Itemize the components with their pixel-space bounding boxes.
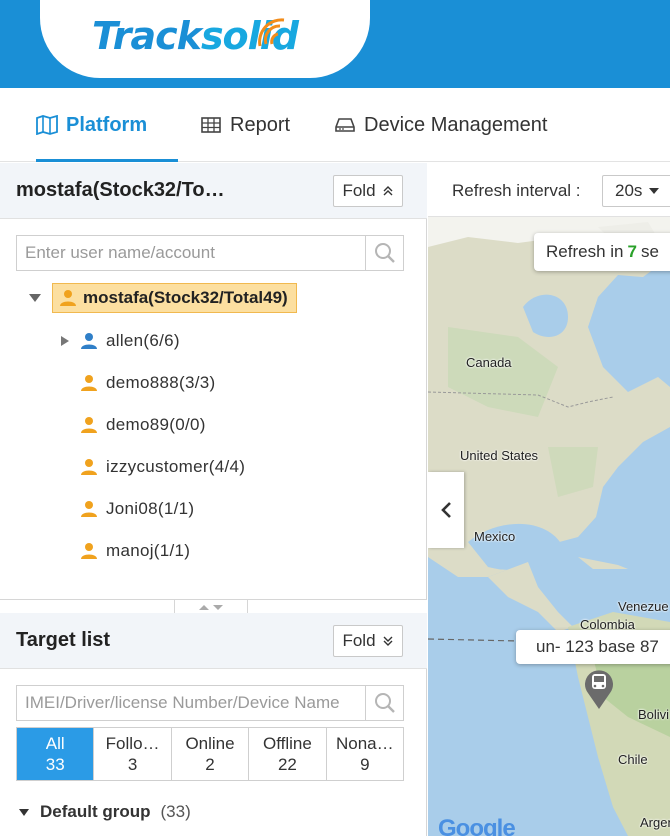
caret-down-icon bbox=[649, 188, 660, 194]
filter-offline[interactable]: Offline 22 bbox=[248, 728, 325, 780]
tree-item-allen[interactable]: allen(6/6) bbox=[56, 331, 180, 351]
map-icon bbox=[36, 115, 58, 135]
user-icon bbox=[81, 459, 97, 475]
target-search bbox=[16, 685, 404, 721]
map-area: Refresh interval : 20s Canada United Sta… bbox=[428, 163, 670, 836]
tab-device-management[interactable]: Device Management bbox=[334, 88, 547, 162]
tree-item-izzycustomer[interactable]: izzycustomer(4/4) bbox=[56, 457, 245, 477]
refresh-countdown: Refresh in 7 se bbox=[534, 233, 670, 271]
top-bar: Tracksolid bbox=[0, 0, 670, 88]
resize-arrows-icon bbox=[199, 604, 223, 610]
collapse-panel-button[interactable] bbox=[428, 472, 464, 548]
expanded-arrow-icon[interactable] bbox=[28, 293, 42, 303]
tree-root[interactable]: mostafa(Stock32/Total49) bbox=[28, 283, 297, 313]
chevron-left-icon bbox=[441, 502, 451, 518]
map-label-mexico: Mexico bbox=[474, 529, 516, 544]
map-label-canada: Canada bbox=[466, 355, 512, 370]
filter-online[interactable]: Online 2 bbox=[170, 728, 248, 780]
user-fold-button[interactable]: Fold bbox=[333, 175, 403, 207]
map-label-argentina: Argen bbox=[640, 815, 670, 830]
search-icon bbox=[374, 693, 395, 713]
tree-item-demo888[interactable]: demo888(3/3) bbox=[56, 373, 215, 393]
splitter-grip[interactable] bbox=[174, 600, 248, 613]
device-icon bbox=[335, 118, 355, 132]
target-fold-button[interactable]: Fold bbox=[333, 625, 403, 657]
user-search bbox=[16, 235, 404, 271]
tree-item-demo89[interactable]: demo89(0/0) bbox=[56, 415, 206, 435]
user-icon bbox=[81, 375, 97, 391]
table-icon bbox=[201, 117, 221, 133]
map-label-chile: Chile bbox=[618, 752, 648, 767]
user-search-button[interactable] bbox=[365, 236, 403, 270]
google-attribution: Google bbox=[438, 815, 516, 836]
map-label-bolivia: Bolivi bbox=[638, 707, 670, 722]
user-icon bbox=[81, 333, 97, 349]
main-nav: Platform Report Device Management bbox=[0, 88, 670, 162]
tab-report[interactable]: Report bbox=[200, 88, 290, 162]
collapsed-arrow-icon[interactable] bbox=[60, 335, 70, 347]
filter-nonactivated[interactable]: Nona… 9 bbox=[325, 728, 403, 780]
target-search-button[interactable] bbox=[365, 686, 403, 720]
refresh-interval-label: Refresh interval : bbox=[452, 181, 581, 200]
map-label-united-states: United States bbox=[460, 448, 539, 463]
map-label-venezuela: Venezue bbox=[618, 599, 669, 614]
target-panel-header: Target list Fold bbox=[0, 613, 427, 669]
map-canvas[interactable] bbox=[428, 217, 670, 836]
filter-all[interactable]: All 33 bbox=[17, 728, 94, 780]
refresh-interval-select[interactable]: 20s bbox=[602, 175, 670, 207]
expanded-arrow-icon[interactable] bbox=[18, 808, 30, 817]
map-toolbar: Refresh interval : 20s bbox=[428, 163, 670, 217]
user-icon bbox=[81, 417, 97, 433]
filter-following[interactable]: Follo… 3 bbox=[93, 728, 170, 780]
user-icon bbox=[60, 290, 76, 306]
tab-platform[interactable]: Platform bbox=[36, 88, 178, 162]
default-group-row[interactable]: Default group (33) bbox=[18, 802, 191, 822]
user-panel-header: mostafa(Stock32/To… Fold bbox=[0, 163, 427, 219]
device-label-popup[interactable]: un- 123 base 87 bbox=[516, 630, 670, 664]
signal-icon bbox=[258, 18, 285, 47]
tree-item-manoj[interactable]: manoj(1/1) bbox=[56, 541, 190, 561]
target-search-input[interactable] bbox=[17, 686, 365, 720]
user-search-input[interactable] bbox=[17, 236, 365, 270]
user-icon bbox=[81, 543, 97, 559]
tree-item-joni08[interactable]: Joni08(1/1) bbox=[56, 499, 194, 519]
double-chevron-down-icon bbox=[383, 636, 393, 646]
target-panel-title: Target list bbox=[16, 629, 111, 651]
user-panel-title: mostafa(Stock32/To… bbox=[16, 179, 225, 201]
search-icon bbox=[374, 243, 395, 263]
panel-splitter[interactable] bbox=[0, 599, 427, 613]
user-icon bbox=[81, 501, 97, 517]
status-filter-tabs: All 33 Follo… 3 Online 2 Offline 22 Nona… bbox=[16, 727, 404, 781]
vehicle-marker-icon[interactable] bbox=[583, 666, 615, 710]
double-chevron-up-icon bbox=[383, 186, 393, 196]
root-user-label[interactable]: mostafa(Stock32/Total49) bbox=[52, 283, 297, 313]
